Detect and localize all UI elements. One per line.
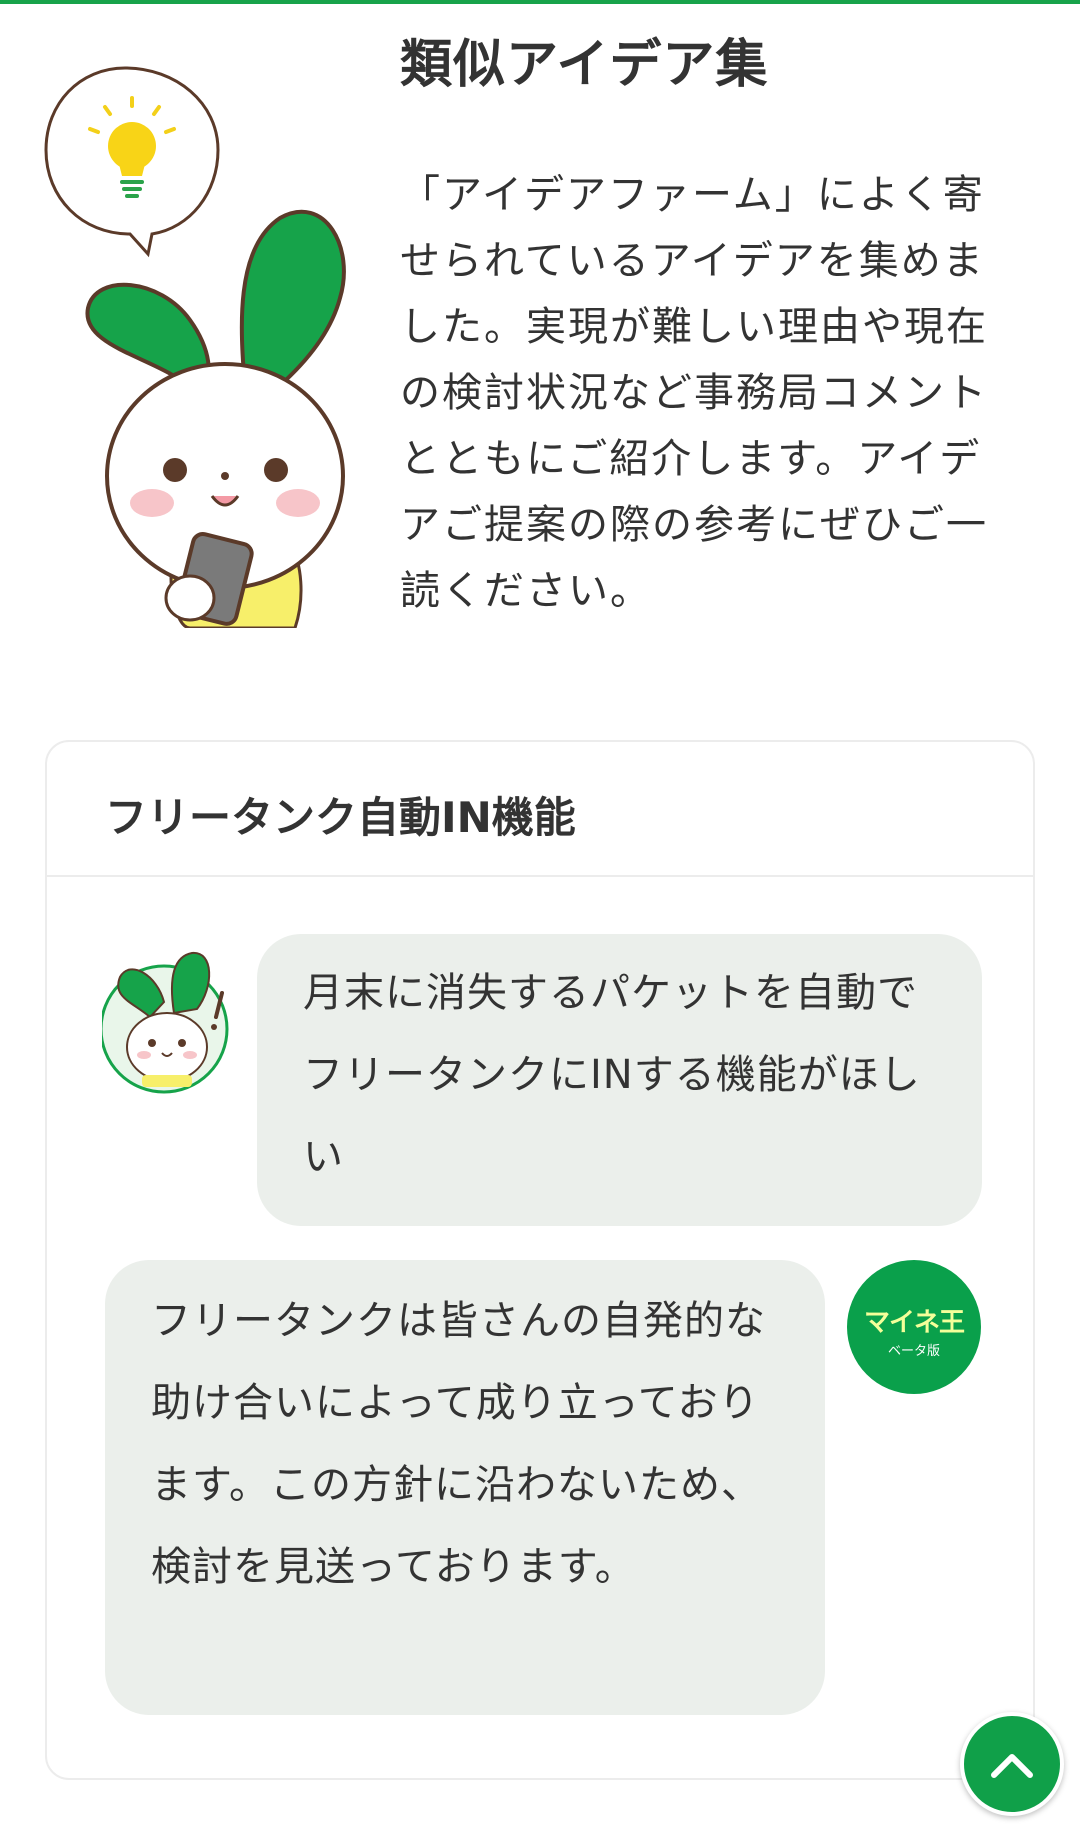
card-divider [47, 875, 1033, 877]
scroll-to-top-button[interactable] [960, 1712, 1064, 1816]
user-idea-bubble: 月末に消失するパケットを自動でフリータンクにINする機能がほしい [257, 934, 982, 1226]
intro-text: 「アイデアファーム」によく寄せられているアイデアを集めました。実現が難しい理由や… [400, 172, 988, 614]
idea-card-title: フリータンク自動IN機能 [105, 793, 576, 842]
office-reply-bubble: フリータンクは皆さんの自発的な助け合いによって成り立っております。この方針に沿わ… [105, 1260, 825, 1715]
page-title: 類似アイデア集 [400, 35, 769, 95]
rabbit-avatar-icon [102, 951, 229, 1094]
chevron-up-icon [991, 1754, 1033, 1778]
brand-name: マイネ王 [863, 1308, 965, 1338]
top-accent-bar [0, 0, 1080, 4]
idea-card: フリータンク自動IN機能 月末に消失するパケットを自動でフリータンクにINする機… [45, 740, 1035, 1780]
brand-sub: ベータ版 [887, 1344, 940, 1359]
mineo-brand-avatar: マイネ王 ベータ版 [847, 1260, 981, 1394]
rabbit-mascot-with-lightbulb-icon [44, 66, 346, 628]
